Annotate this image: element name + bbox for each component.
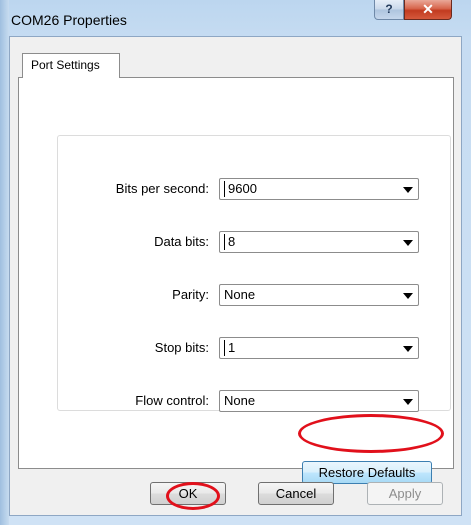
data-bits-label: Data bits: [154, 234, 209, 249]
close-icon: ✕ [422, 1, 434, 17]
title-bar[interactable]: COM26 Properties ? ✕ [0, 0, 471, 36]
text-cursor [224, 340, 225, 356]
text-cursor [224, 234, 225, 250]
window-edge [0, 0, 9, 525]
port-settings-panel: Bits per second: 9600 Data bits: 8 Parit… [18, 77, 454, 484]
dialog-client-area: Port Settings Bits per second: 9600 Data… [9, 36, 462, 516]
stop-bits-label: Stop bits: [154, 340, 209, 355]
data-bits-value: 8 [228, 234, 236, 249]
parity-label: Parity: [172, 287, 209, 302]
flow-control-dropdown[interactable]: None [219, 390, 419, 412]
bits-per-second-label: Bits per second: [115, 181, 209, 196]
chevron-down-icon [403, 346, 413, 352]
restore-defaults-button[interactable]: Restore Defaults [302, 461, 432, 484]
help-icon: ? [385, 2, 393, 16]
flow-control-value: None [224, 393, 256, 408]
chevron-down-icon [403, 293, 413, 299]
help-button[interactable]: ? [374, 0, 404, 20]
close-button[interactable]: ✕ [404, 0, 452, 20]
ok-button[interactable]: OK [150, 482, 226, 505]
data-bits-dropdown[interactable]: 8 [219, 231, 419, 253]
parity-value: None [224, 287, 256, 302]
apply-button[interactable]: Apply [367, 482, 443, 505]
stop-bits-value: 1 [228, 340, 236, 355]
tab-port-settings[interactable]: Port Settings [22, 53, 120, 78]
chevron-down-icon [403, 399, 413, 405]
bits-per-second-dropdown[interactable]: 9600 [219, 178, 419, 200]
window-title: COM26 Properties [11, 12, 127, 28]
parity-dropdown[interactable]: None [219, 284, 419, 306]
text-cursor [224, 181, 225, 197]
bits-per-second-value: 9600 [228, 181, 257, 196]
properties-dialog: COM26 Properties ? ✕ Port Settings Bits … [0, 0, 471, 525]
stop-bits-dropdown[interactable]: 1 [219, 337, 419, 359]
chevron-down-icon [403, 187, 413, 193]
settings-group [57, 135, 451, 411]
cancel-button[interactable]: Cancel [258, 482, 334, 505]
flow-control-label: Flow control: [135, 393, 209, 408]
chevron-down-icon [403, 240, 413, 246]
